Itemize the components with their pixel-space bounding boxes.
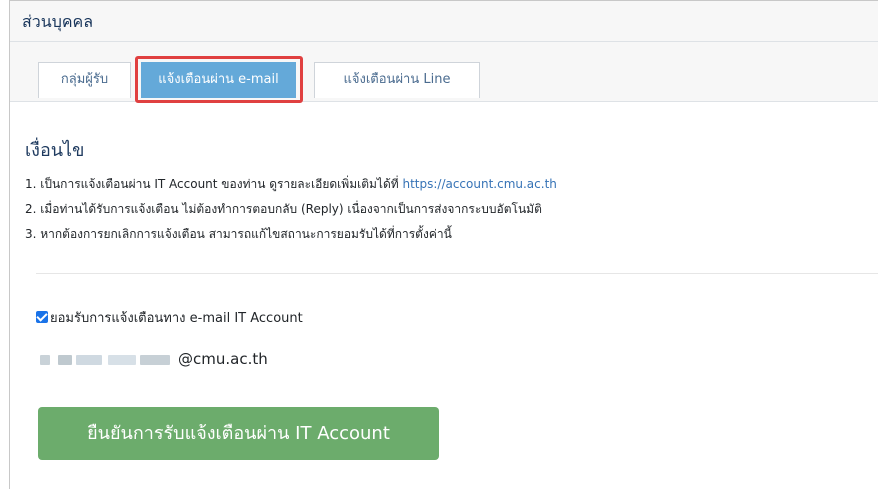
- condition-item-1: 1. เป็นการแจ้งเตือนผ่าน IT Account ของท่…: [25, 175, 557, 193]
- consent-checkbox[interactable]: [36, 311, 48, 323]
- personal-panel: ส่วนบุคคล กลุ่มผู้รับ แจ้งเตือนผ่าน e-ma…: [9, 0, 878, 489]
- email-row: @cmu.ac.th: [36, 349, 268, 369]
- account-link[interactable]: https://account.cmu.ac.th: [402, 177, 556, 191]
- condition-item-3: 3. หากต้องการยกเลิกการแจ้งเตือน สามารถแก…: [25, 227, 452, 241]
- confirm-it-account-notification-button[interactable]: ยืนยันการรับแจ้งเตือนผ่าน IT Account: [38, 407, 439, 460]
- tab-recipient-groups[interactable]: กลุ่มผู้รับ: [38, 62, 131, 98]
- tab-email-notification[interactable]: แจ้งเตือนผ่าน e-mail: [141, 62, 296, 98]
- condition-item-2: 2. เมื่อท่านได้รับการแจ้งเตือน ไม่ต้องทำ…: [25, 202, 542, 216]
- panel-title: ส่วนบุคคล: [22, 12, 94, 31]
- conditions-title: เงื่อนไข: [25, 140, 85, 161]
- consent-row: ยอมรับการแจ้งเตือนทาง e-mail IT Account: [36, 307, 303, 327]
- email-domain: @cmu.ac.th: [178, 350, 268, 368]
- email-username-redacted: [36, 351, 176, 367]
- consent-label[interactable]: ยอมรับการแจ้งเตือนทาง e-mail IT Account: [50, 307, 303, 328]
- tab-bar: กลุ่มผู้รับ แจ้งเตือนผ่าน e-mail แจ้งเตื…: [10, 42, 878, 103]
- divider: [36, 273, 878, 274]
- panel-header: ส่วนบุคคล: [10, 0, 878, 42]
- tab-line-notification[interactable]: แจ้งเตือนผ่าน Line: [314, 62, 480, 98]
- condition-text-1: 1. เป็นการแจ้งเตือนผ่าน IT Account ของท่…: [25, 177, 403, 191]
- email-notification-content: เงื่อนไข 1. เป็นการแจ้งเตือนผ่าน IT Acco…: [10, 102, 878, 489]
